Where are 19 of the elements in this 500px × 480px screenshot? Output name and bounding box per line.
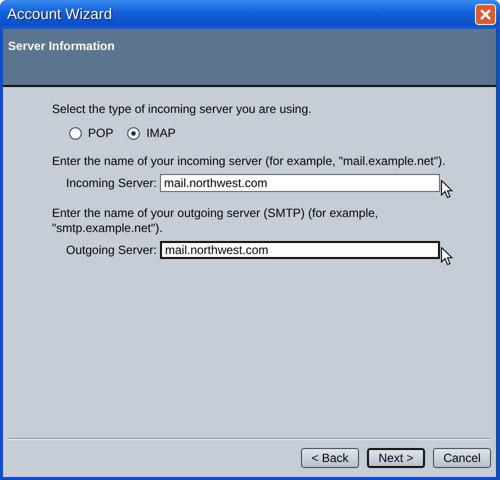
radio-button[interactable] [69,126,82,140]
window-title: Account Wizard [7,6,112,23]
radio-button[interactable] [127,126,140,140]
server-field[interactable]: mail.northwest.com [160,174,440,192]
server-prompt: Enter the name of your incoming server (for example, "mail.example.net"). [52,154,446,169]
server-type-prompt: Select the type of incoming server you are using. [52,102,312,116]
radio-label: POP [88,126,114,140]
pointer-icon [441,247,453,266]
server-field[interactable]: mail.northwest.com [160,241,440,259]
radio-label: IMAP [146,126,176,140]
wizard-button[interactable]: Cancel [433,448,491,468]
section-title: Server Information [8,39,115,53]
field-label: Outgoing Server: [66,243,158,257]
server-prompt: Enter the name of your outgoing server (SMTP) (for example, "smtp.example.net"). [52,206,380,236]
pointer-icon [441,180,453,199]
field-label: Incoming Server: [66,176,158,190]
wizard-button[interactable]: Next > [367,448,425,468]
wizard-button[interactable]: < Back [301,448,359,468]
close-icon[interactable] [475,4,496,25]
